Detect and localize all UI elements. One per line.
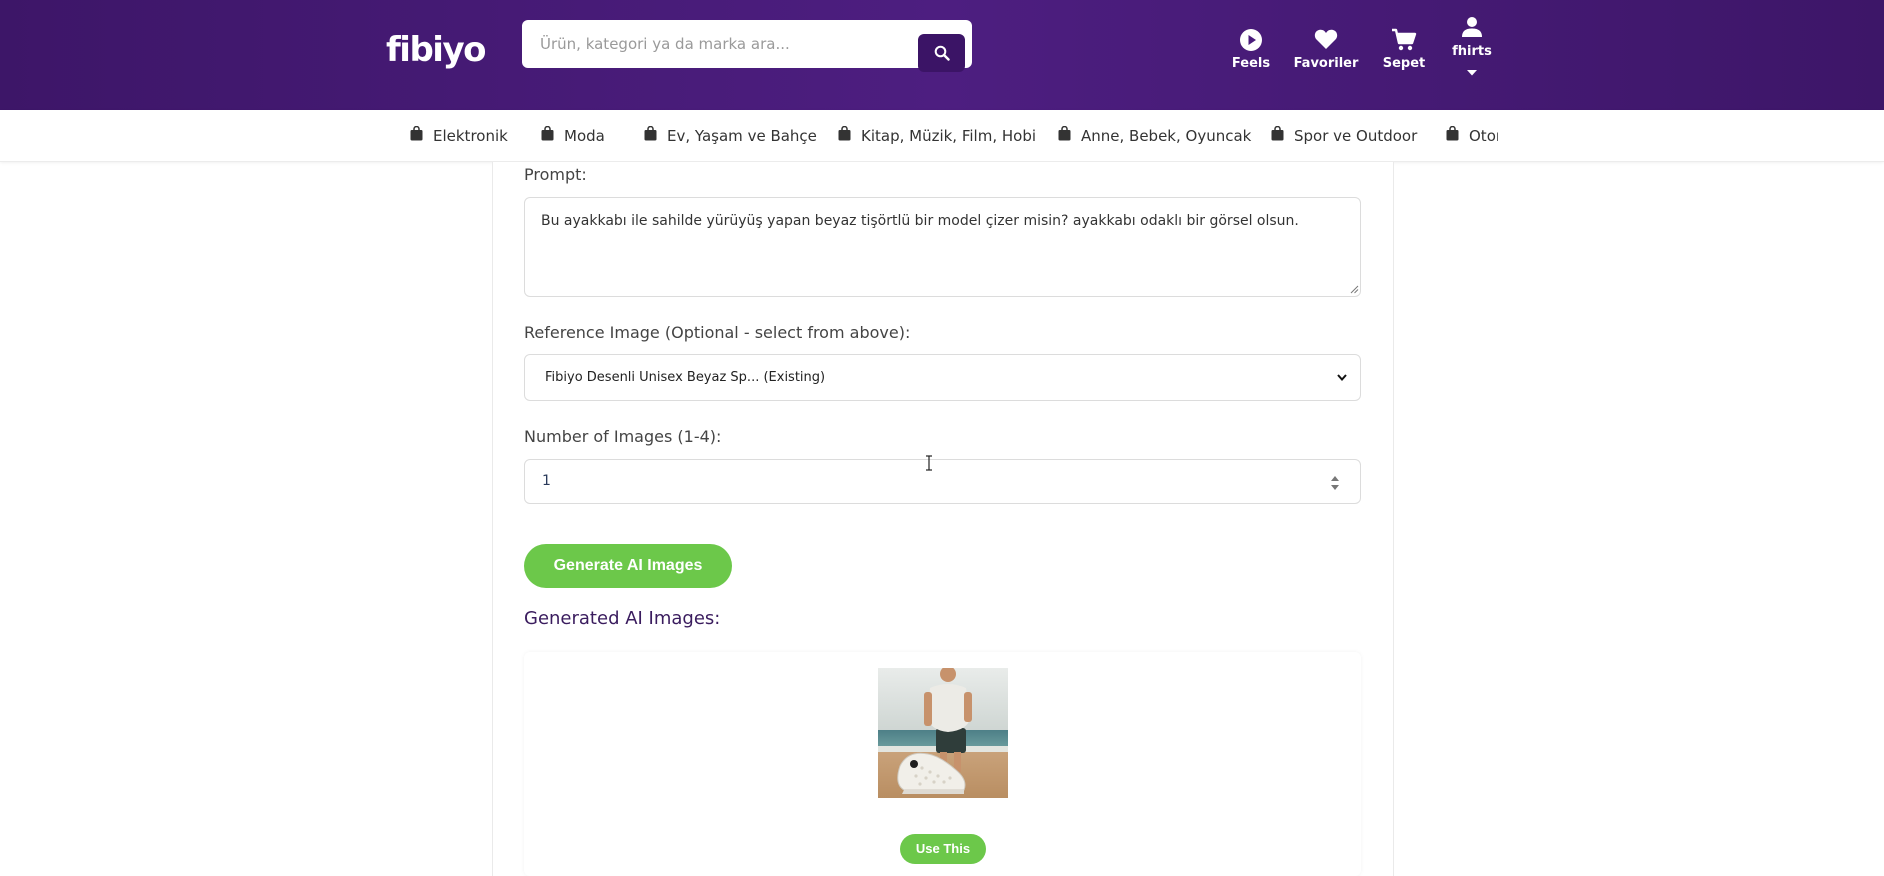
category-item-kitap[interactable]: Kitap, Müzik, Film, Hobi	[838, 125, 1037, 145]
category-item-spor[interactable]: Spor ve Outdoor	[1271, 125, 1418, 145]
category-item-elektronik[interactable]: Elektronik	[410, 125, 508, 145]
favorites-link[interactable]: Favoriler	[1286, 28, 1366, 71]
feels-link[interactable]: Feels	[1211, 28, 1291, 71]
category-item-anne-bebek[interactable]: Anne, Bebek, Oyuncak	[1058, 125, 1252, 145]
play-circle-icon	[1211, 28, 1291, 54]
image-count-input[interactable]: 1	[524, 459, 1361, 504]
reference-image-select[interactable]: Fibiyo Desenli Unisex Beyaz Sp... (Exist…	[524, 354, 1361, 401]
user-icon	[1432, 16, 1512, 42]
chevron-down-icon	[1337, 374, 1347, 382]
shopping-bag-icon	[1446, 125, 1459, 145]
category-strip: Elektronik Moda Ev, Yaşam ve Bahçe Kitap…	[400, 110, 1498, 161]
reference-image-label: Reference Image (Optional - select from …	[524, 323, 911, 342]
prompt-label: Prompt:	[524, 165, 587, 184]
shopping-bag-icon	[1271, 125, 1284, 145]
category-label: Ev, Yaşam ve Bahçe	[667, 126, 817, 145]
text-cursor-icon	[925, 455, 933, 475]
image-count-value: 1	[542, 473, 551, 489]
category-label: Kitap, Müzik, Film, Hobi	[861, 126, 1037, 145]
top-header: fibiyo Feels Favoriler Sepet	[0, 0, 1884, 110]
category-label: Spor ve Outdoor	[1294, 126, 1418, 145]
feels-label: Feels	[1231, 56, 1271, 71]
favorites-label: Favoriler	[1293, 56, 1359, 71]
fibiyo-logo[interactable]: fibiyo	[386, 30, 486, 70]
category-label: Anne, Bebek, Oyuncak	[1081, 126, 1252, 145]
image-count-label: Number of Images (1-4):	[524, 427, 722, 446]
number-spinner-icon[interactable]	[1330, 474, 1340, 492]
category-item-moda[interactable]: Moda	[541, 125, 605, 145]
shopping-bag-icon	[644, 125, 657, 145]
category-label: Otor	[1469, 126, 1498, 145]
shopping-bag-icon	[541, 125, 554, 145]
username-label: fhirts	[1452, 44, 1492, 59]
generated-image[interactable]	[878, 668, 1008, 798]
generate-ai-images-button[interactable]: Generate AI Images	[524, 544, 732, 588]
resize-grip-icon[interactable]	[1349, 284, 1359, 294]
category-item-otomotiv[interactable]: Otor	[1446, 125, 1498, 145]
account-menu[interactable]: fhirts	[1432, 16, 1512, 80]
search-button[interactable]	[918, 34, 965, 72]
use-this-button[interactable]: Use This	[900, 834, 986, 864]
cart-label: Sepet	[1382, 56, 1426, 71]
category-label: Elektronik	[433, 126, 508, 145]
shopping-bag-icon	[410, 125, 423, 145]
generated-images-title: Generated AI Images:	[524, 608, 721, 629]
category-item-ev-yasam[interactable]: Ev, Yaşam ve Bahçe	[644, 125, 817, 145]
heart-icon	[1286, 28, 1366, 54]
shopping-bag-icon	[838, 125, 851, 145]
search-bar	[522, 20, 972, 72]
reference-image-value: Fibiyo Desenli Unisex Beyaz Sp... (Exist…	[545, 370, 826, 385]
category-label: Moda	[564, 126, 605, 145]
search-icon	[934, 45, 950, 61]
category-nav: Elektronik Moda Ev, Yaşam ve Bahçe Kitap…	[0, 110, 1884, 162]
chevron-down-icon	[1432, 65, 1512, 80]
shopping-bag-icon	[1058, 125, 1071, 145]
search-input[interactable]	[540, 20, 920, 68]
prompt-textarea[interactable]: Bu ayakkabı ile sahilde yürüyüş yapan be…	[524, 197, 1361, 297]
